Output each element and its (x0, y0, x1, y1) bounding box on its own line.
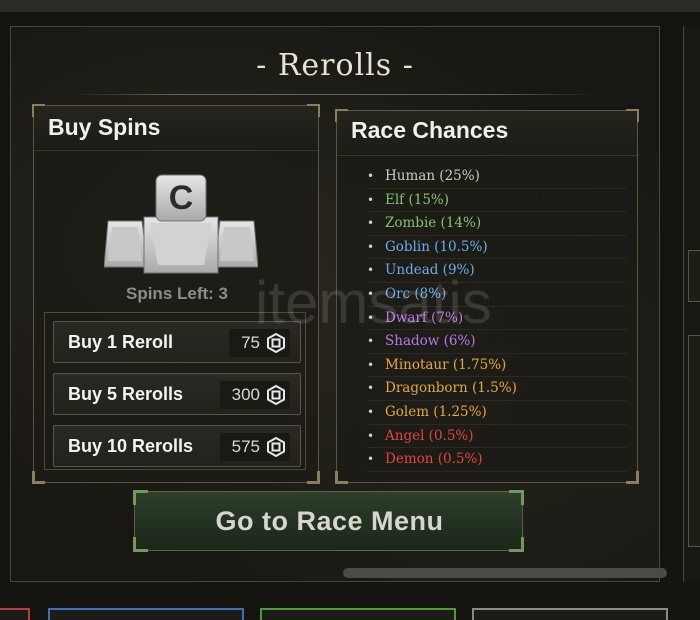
price-tag: 75 (229, 329, 290, 357)
spins-left-counter: Spins Left: 3 (125, 284, 228, 303)
top-edge (0, 0, 700, 12)
race-chance-label: Demon (0.5%) (385, 451, 483, 468)
race-chance-item: • Elf (15%) (367, 189, 627, 213)
price-value: 575 (231, 437, 260, 456)
race-chance-item: • Dragonborn (1.5%) (367, 377, 627, 401)
robux-coin-icon (267, 385, 285, 405)
race-chance-item: • Orc (8%) (367, 283, 627, 307)
bullet-icon: • (367, 286, 375, 301)
bottom-tab-strip (0, 608, 700, 620)
buy-options-list: Buy 1 Reroll 75 Buy 5 Rerolls 300 Buy 10… (44, 312, 306, 470)
buy-option-label: Buy 5 Rerolls (68, 384, 184, 404)
side-panel-tab[interactable] (688, 335, 700, 547)
race-chance-label: Angel (0.5%) (385, 427, 474, 444)
race-chance-item: • Dwarf (7%) (367, 307, 627, 331)
title-divider (70, 94, 600, 95)
bullet-icon: • (367, 216, 375, 231)
race-chance-label: Zombie (14%) (385, 215, 482, 232)
bottom-tab[interactable] (260, 608, 456, 620)
robux-coin-icon (267, 333, 285, 353)
race-chance-label: Dwarf (7%) (385, 309, 464, 326)
race-chances-header: Race Chances (337, 111, 637, 156)
buy-spins-panel: Buy Spins C Spins Left: 3 Buy 1 Reroll 7… (32, 104, 320, 484)
race-chance-label: Orc (8%) (385, 285, 447, 302)
price-value: 300 (231, 385, 260, 404)
buy-option-label: Buy 1 Reroll (68, 332, 174, 352)
price-tag: 300 (219, 381, 290, 409)
page-title: - Rerolls - (256, 48, 414, 83)
race-chance-label: Elf (15%) (385, 191, 449, 208)
buy-spins-title: Buy Spins (48, 114, 161, 140)
race-chance-item: • Goblin (10.5%) (367, 236, 627, 260)
bullet-icon: • (367, 404, 375, 419)
go-to-race-menu-label: Go to Race Menu (215, 506, 444, 536)
bullet-icon: • (367, 452, 375, 467)
buy-5-rerolls-button[interactable]: Buy 5 Rerolls 300 (53, 373, 301, 415)
bullet-icon: • (367, 239, 375, 254)
race-chance-item: • Human (25%) (367, 165, 627, 189)
bottom-tab[interactable] (472, 608, 668, 620)
bottom-tab[interactable] (0, 608, 30, 620)
buy-spins-header: Buy Spins (34, 106, 318, 151)
robux-coin-icon (267, 437, 285, 457)
bullet-icon: • (367, 357, 375, 372)
race-chance-item: • Undead (9%) (367, 259, 627, 283)
bullet-icon: • (367, 381, 375, 396)
race-chance-item: • Golem (1.25%) (367, 401, 627, 425)
spin-token-icon: C (104, 174, 258, 274)
svg-text:C: C (169, 179, 194, 217)
buy-option-label: Buy 10 Rerolls (68, 436, 194, 456)
side-panel-tab[interactable] (688, 250, 700, 302)
race-chance-item: • Angel (0.5%) (367, 425, 627, 449)
race-chance-item: • Shadow (6%) (367, 330, 627, 354)
race-chance-item: • Zombie (14%) (367, 212, 627, 236)
bullet-icon: • (367, 192, 375, 207)
race-chance-label: Dragonborn (1.5%) (385, 380, 517, 397)
bullet-icon: • (367, 334, 375, 349)
race-chances-title: Race Chances (351, 117, 509, 143)
horizontal-scrollbar[interactable] (343, 568, 667, 578)
bottom-tab[interactable] (48, 608, 244, 620)
race-chance-label: Undead (9%) (385, 262, 475, 279)
race-chance-label: Golem (1.25%) (385, 403, 487, 420)
race-chance-label: Goblin (10.5%) (385, 238, 488, 255)
race-chance-item: • Demon (0.5%) (367, 448, 627, 472)
race-chances-panel: Race Chances • Human (25%) • Elf (15%) • Zomb… (335, 109, 639, 484)
race-chance-label: Shadow (6%) (385, 333, 476, 350)
race-chance-item: • Minotaur (1.75%) (367, 354, 627, 378)
race-chance-label: Minotaur (1.75%) (385, 356, 507, 373)
race-chances-list: • Human (25%) • Elf (15%) • Zombie (14%) • Gobl… (367, 165, 627, 472)
price-tag: 575 (219, 433, 290, 461)
bullet-icon: • (367, 169, 375, 183)
buy-10-rerolls-button[interactable]: Buy 10 Rerolls 575 (53, 425, 301, 467)
buy-1-reroll-button[interactable]: Buy 1 Reroll 75 (53, 321, 301, 363)
race-chance-label: Human (25%) (385, 168, 480, 184)
go-to-race-menu-button[interactable]: Go to Race Menu (133, 490, 524, 552)
price-value: 75 (241, 333, 260, 352)
bullet-icon: • (367, 310, 375, 325)
bullet-icon: • (367, 428, 375, 443)
bullet-icon: • (367, 263, 375, 278)
